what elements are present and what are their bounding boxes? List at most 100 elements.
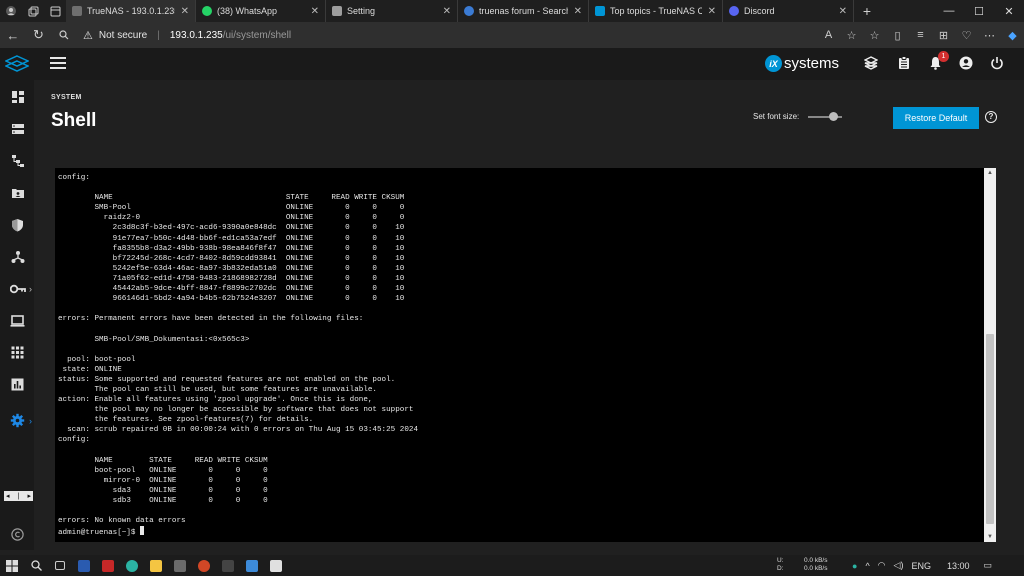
resize-handle-icon: | — [17, 492, 20, 500]
tab-title: (38) WhatsApp — [217, 6, 278, 16]
account-icon[interactable] — [958, 56, 974, 72]
data-protection-icon[interactable] — [9, 216, 26, 233]
app-icon[interactable] — [96, 555, 120, 576]
truenas-community-favicon-icon — [595, 6, 605, 16]
clock[interactable]: 13:00 — [947, 561, 970, 571]
truenas-logo-icon[interactable] — [0, 48, 34, 80]
language-indicator[interactable]: ENG — [911, 561, 931, 571]
new-tab-button[interactable]: + — [854, 0, 880, 22]
address-bar[interactable]: ⚠ Not secure | 193.0.1.235/ui/system/she… — [77, 25, 817, 45]
profile-icon[interactable] — [0, 0, 22, 22]
help-icon[interactable]: ? — [985, 111, 997, 123]
search-favicon-icon — [464, 6, 474, 16]
credentials-key-icon[interactable] — [9, 280, 26, 297]
tab-search[interactable]: truenas forum - Search ✕ — [458, 0, 589, 22]
close-icon[interactable]: ✕ — [181, 6, 189, 17]
split-screen-icon[interactable]: ▯ — [886, 29, 909, 42]
chevron-left-icon: ◂ — [6, 493, 10, 500]
storage-icon[interactable] — [9, 120, 26, 137]
powershell-icon[interactable] — [72, 555, 96, 576]
tab-title: Setting — [347, 6, 376, 16]
tab-title: Discord — [744, 6, 775, 16]
chevron-right-icon: › — [29, 284, 32, 294]
warning-icon[interactable]: ⚠ — [83, 29, 93, 42]
security-status[interactable]: Not secure — [99, 30, 147, 41]
tab-title: truenas forum - Search — [479, 6, 568, 16]
copilot-icon[interactable]: ◆ — [1001, 29, 1024, 42]
extensions-icon[interactable]: ☆ — [840, 29, 863, 42]
ix-badge: iX — [765, 55, 782, 72]
datasets-icon[interactable] — [9, 152, 26, 169]
terminal-text: config: NAME STATE READ WRITE CKSUM SMB-… — [58, 174, 419, 526]
notion-icon[interactable] — [216, 555, 240, 576]
tab-setting[interactable]: Setting ✕ — [326, 0, 458, 22]
notifications-icon[interactable]: ▭ — [984, 560, 993, 571]
scroll-up-icon[interactable]: ▲ — [984, 168, 996, 178]
scrollbar-thumb[interactable] — [986, 334, 994, 524]
dashboard-icon[interactable] — [9, 88, 26, 105]
favorites-icon[interactable]: ≡ — [909, 29, 932, 42]
tab-truenas[interactable]: TrueNAS - 193.0.1.235 ✕ — [66, 0, 196, 22]
scroll-down-icon[interactable]: ▼ — [984, 532, 996, 542]
close-icon[interactable]: ✕ — [839, 6, 847, 17]
app-icon[interactable] — [168, 555, 192, 576]
maximize-icon[interactable]: ☐ — [964, 5, 994, 18]
tab-actions-icon[interactable] — [44, 0, 66, 22]
tray-app-icon[interactable]: ● — [852, 561, 857, 571]
tab-title: TrueNAS - 193.0.1.235 — [87, 6, 175, 16]
truecommand-icon[interactable] — [863, 56, 879, 72]
terminal[interactable]: config: NAME STATE READ WRITE CKSUM SMB-… — [55, 168, 996, 542]
minimize-icon[interactable]: — — [934, 5, 964, 18]
workspaces-icon[interactable] — [22, 0, 44, 22]
apps-icon[interactable] — [9, 344, 26, 361]
tab-whatsapp[interactable]: (38) WhatsApp ✕ — [196, 0, 326, 22]
file-explorer-icon[interactable] — [144, 555, 168, 576]
close-icon[interactable]: ✕ — [574, 6, 582, 17]
chevron-right-icon: › — [29, 416, 32, 426]
tasks-clipboard-icon[interactable] — [896, 56, 912, 72]
show-hidden-icons-icon[interactable]: ^ — [865, 561, 869, 571]
tab-truenas-community[interactable]: Top topics - TrueNAS Co ✕ — [589, 0, 723, 22]
network-icon[interactable] — [9, 248, 26, 265]
wifi-icon[interactable]: ◠ — [878, 560, 886, 571]
sidebar-collapse-toggle[interactable]: ◂ | ▸ — [4, 491, 33, 501]
close-icon[interactable]: ✕ — [311, 6, 319, 17]
read-aloud-icon[interactable]: A — [817, 29, 840, 42]
close-icon[interactable]: ✕ — [443, 6, 451, 17]
favorite-star-icon[interactable]: ☆ — [863, 29, 886, 42]
shares-icon[interactable] — [9, 184, 26, 201]
refresh-icon[interactable]: ↻ — [26, 27, 52, 43]
edge-browser-icon[interactable] — [120, 555, 144, 576]
font-size-slider-handle[interactable] — [829, 112, 838, 121]
menu-icon[interactable] — [50, 57, 66, 71]
network-speed-labels: U: D: — [777, 557, 784, 573]
ix-systems-logo[interactable]: iX systems — [765, 55, 839, 72]
divider: | — [157, 29, 160, 41]
close-window-icon[interactable]: ✕ — [994, 5, 1024, 18]
upload-speed: 0.0 kB/s — [804, 557, 828, 564]
virtualization-icon[interactable] — [9, 312, 26, 329]
terminal-output: config: NAME STATE READ WRITE CKSUM SMB-… — [58, 173, 418, 538]
photos-icon[interactable] — [264, 555, 288, 576]
search-icon[interactable] — [24, 555, 48, 576]
system-tray: ● ^ ◠ ◁) ENG 13:00 ▭ — [848, 555, 996, 576]
search-icon[interactable] — [51, 28, 77, 43]
windows-start-icon[interactable] — [0, 555, 24, 576]
breadcrumb[interactable]: SYSTEM — [51, 94, 82, 101]
browser-tab-strip: TrueNAS - 193.0.1.235 ✕ (38) WhatsApp ✕ … — [0, 0, 1024, 22]
download-label: D: — [777, 565, 784, 572]
task-view-icon[interactable] — [48, 555, 72, 576]
back-arrow-icon[interactable]: ← — [0, 28, 26, 43]
more-options-icon[interactable]: ⋯ — [978, 29, 1001, 42]
power-icon[interactable] — [989, 56, 1005, 72]
performance-icon[interactable]: ♡ — [955, 29, 978, 42]
app-icon[interactable] — [240, 555, 264, 576]
close-icon[interactable]: ✕ — [708, 6, 716, 17]
restore-default-button[interactable]: Restore Default — [893, 107, 979, 129]
tab-discord[interactable]: Discord ✕ — [723, 0, 854, 22]
system-settings-gear-icon[interactable] — [9, 412, 26, 429]
collections-icon[interactable]: ⊞ — [932, 29, 955, 42]
powerpoint-icon[interactable] — [192, 555, 216, 576]
reporting-icon[interactable] — [9, 376, 26, 393]
volume-icon[interactable]: ◁) — [894, 560, 904, 571]
